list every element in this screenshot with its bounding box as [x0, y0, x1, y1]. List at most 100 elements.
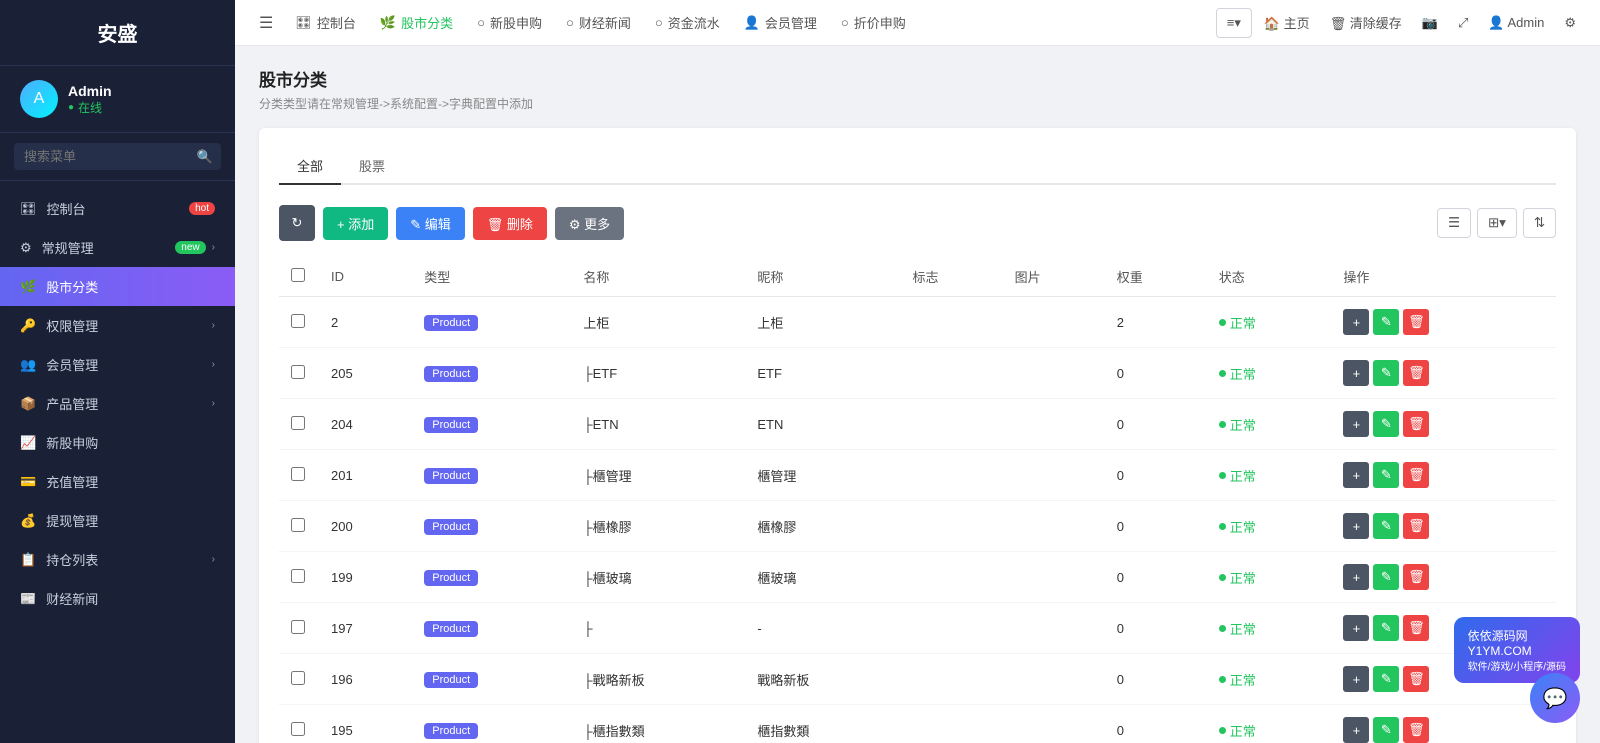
product-icon: 📦: [20, 396, 36, 412]
action-del-3[interactable]: 🗑: [1403, 462, 1429, 488]
cell-image-0: [1003, 297, 1105, 348]
settings-button[interactable]: ⚙: [1556, 11, 1584, 35]
row-checkbox-1[interactable]: [291, 365, 305, 379]
action-add-8[interactable]: +: [1343, 717, 1369, 743]
sidebar-item-member[interactable]: 👥会员管理 ›: [0, 345, 235, 384]
watermark-line3: 软件/游戏/小程序/源码: [1468, 658, 1566, 673]
home-button[interactable]: 🏠 主页: [1256, 9, 1318, 36]
action-edit-5[interactable]: ✎: [1373, 564, 1399, 590]
cell-logo-4: [901, 501, 1003, 552]
dashboard-icon: 🎛: [20, 201, 37, 217]
clear-cache-button[interactable]: 🗑 清除缓存: [1322, 9, 1410, 36]
arrow-icon-positions: ›: [212, 554, 215, 565]
admin-button[interactable]: 👤 Admin: [1480, 11, 1552, 35]
action-add-6[interactable]: +: [1343, 615, 1369, 641]
row-checkbox-3[interactable]: [291, 467, 305, 481]
action-edit-4[interactable]: ✎: [1373, 513, 1399, 539]
action-add-4[interactable]: +: [1343, 513, 1369, 539]
topnav-stock-label: 股市分类: [401, 13, 453, 32]
topnav-discount[interactable]: ○ 折价申购: [831, 7, 916, 38]
cell-status-3: 正常: [1207, 450, 1332, 501]
refresh-button[interactable]: ↻: [279, 205, 315, 241]
hamburger-icon[interactable]: ☰: [251, 9, 281, 37]
fullscreen-button[interactable]: ⤢: [1450, 11, 1476, 35]
tab-all[interactable]: 全部: [279, 148, 341, 185]
more-button[interactable]: ⚙ 更多: [555, 207, 624, 240]
action-add-2[interactable]: +: [1343, 411, 1369, 437]
topnav-dashboard[interactable]: 🎛 控制台: [285, 7, 366, 38]
action-edit-1[interactable]: ✎: [1373, 360, 1399, 386]
cell-image-1: [1003, 348, 1105, 399]
cell-image-2: [1003, 399, 1105, 450]
action-edit-8[interactable]: ✎: [1373, 717, 1399, 743]
action-add-0[interactable]: +: [1343, 309, 1369, 335]
action-add-3[interactable]: +: [1343, 462, 1369, 488]
delete-button[interactable]: 🗑 删除: [473, 207, 547, 240]
data-table: ID 类型 名称 昵称 标志 图片 权重 状态 操作 2 Product 上柜 …: [279, 257, 1556, 743]
action-edit-7[interactable]: ✎: [1373, 666, 1399, 692]
sidebar-item-new-stock[interactable]: 📈新股申购: [0, 423, 235, 462]
capture-button[interactable]: 📷: [1414, 11, 1446, 35]
action-edit-6[interactable]: ✎: [1373, 615, 1399, 641]
recharge-icon: 💳: [20, 474, 36, 490]
product-badge-7: Product: [424, 672, 478, 688]
action-del-0[interactable]: 🗑: [1403, 309, 1429, 335]
action-del-4[interactable]: 🗑: [1403, 513, 1429, 539]
list-view-button[interactable]: ≡▾: [1216, 8, 1252, 38]
action-add-5[interactable]: +: [1343, 564, 1369, 590]
action-del-2[interactable]: 🗑: [1403, 411, 1429, 437]
sort-button[interactable]: ⇅: [1523, 208, 1556, 238]
edit-button[interactable]: ✎ 编辑: [396, 207, 465, 240]
action-del-8[interactable]: 🗑: [1403, 717, 1429, 743]
sidebar-item-dashboard[interactable]: 🎛控制台 hot: [0, 189, 235, 228]
action-add-7[interactable]: +: [1343, 666, 1369, 692]
product-badge-1: Product: [424, 366, 478, 382]
product-badge-0: Product: [424, 315, 478, 331]
table-view-button[interactable]: ☰: [1437, 208, 1471, 238]
tab-stock[interactable]: 股票: [341, 148, 403, 185]
grid-view-button[interactable]: ⊞▾: [1477, 208, 1517, 238]
action-del-1[interactable]: 🗑: [1403, 360, 1429, 386]
action-edit-3[interactable]: ✎: [1373, 462, 1399, 488]
action-del-6[interactable]: 🗑: [1403, 615, 1429, 641]
sidebar-item-product[interactable]: 📦产品管理 ›: [0, 384, 235, 423]
main-area: ☰ 🎛 控制台 🌿 股市分类 ○ 新股申购 ○ 财经新闻 ○ 资金流水 👤 会员…: [235, 0, 1600, 743]
sidebar-label-permission: 权限管理: [46, 316, 98, 335]
col-name: 名称: [571, 257, 745, 297]
sidebar-item-positions[interactable]: 📋持仓列表 ›: [0, 540, 235, 579]
sidebar-item-recharge[interactable]: 💳充值管理: [0, 462, 235, 501]
table-row: 204 Product ├ETN ETN 0 正常 + ✎ 🗑: [279, 399, 1556, 450]
topnav-stock-cat[interactable]: 🌿 股市分类: [370, 7, 463, 38]
row-checkbox-5[interactable]: [291, 569, 305, 583]
action-add-1[interactable]: +: [1343, 360, 1369, 386]
add-button[interactable]: + 添加: [323, 207, 388, 240]
row-checkbox-0[interactable]: [291, 314, 305, 328]
sidebar-item-permission[interactable]: 🔑权限管理 ›: [0, 306, 235, 345]
row-checkbox-2[interactable]: [291, 416, 305, 430]
search-input[interactable]: [14, 143, 221, 170]
stock-icon: 🌿: [20, 279, 36, 295]
action-del-7[interactable]: 🗑: [1403, 666, 1429, 692]
cell-id-6: 197: [319, 603, 412, 654]
topnav-fund-flow[interactable]: ○ 资金流水: [645, 7, 730, 38]
sidebar-item-stock-category[interactable]: 🌿股市分类: [0, 267, 235, 306]
cell-actions-8: + ✎ 🗑: [1331, 705, 1556, 743]
select-all-checkbox[interactable]: [291, 268, 305, 282]
topnav-member[interactable]: 👤 会员管理: [734, 7, 827, 38]
action-edit-2[interactable]: ✎: [1373, 411, 1399, 437]
row-checkbox-6[interactable]: [291, 620, 305, 634]
row-checkbox-7[interactable]: [291, 671, 305, 685]
cell-type-4: Product: [412, 501, 571, 552]
sidebar-item-finance-news[interactable]: 📰财经新闻: [0, 579, 235, 618]
action-del-5[interactable]: 🗑: [1403, 564, 1429, 590]
topnav-member-icon: 👤: [744, 15, 760, 31]
row-checkbox-4[interactable]: [291, 518, 305, 532]
row-checkbox-8[interactable]: [291, 722, 305, 736]
action-edit-0[interactable]: ✎: [1373, 309, 1399, 335]
topnav-new-stock[interactable]: ○ 新股申购: [467, 7, 552, 38]
sidebar-item-general[interactable]: ⚙常规管理 new›: [0, 228, 235, 267]
sidebar-item-withdraw[interactable]: 💰提现管理: [0, 501, 235, 540]
topnav-finance[interactable]: ○ 财经新闻: [556, 7, 641, 38]
view-controls: ☰ ⊞▾ ⇅: [1437, 208, 1556, 238]
watermark-line1: 依依源码网: [1468, 627, 1566, 644]
